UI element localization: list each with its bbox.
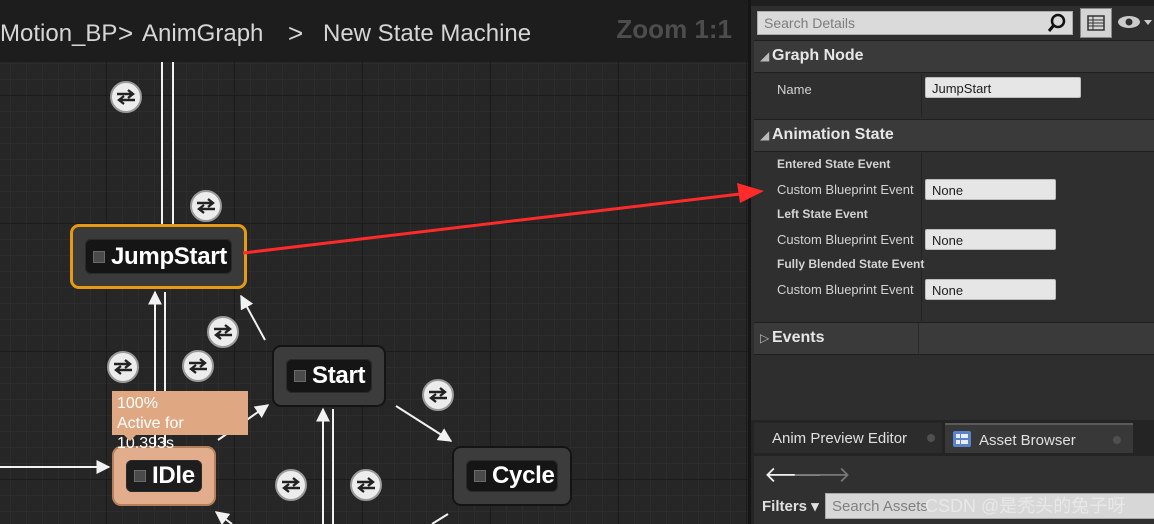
property-matrix-button[interactable] — [1080, 8, 1112, 38]
section-graph-node[interactable]: ◢ Graph Node — [754, 40, 1154, 73]
dropdown-caret-icon: ▾ — [811, 498, 819, 515]
state-machine-graph[interactable]: Motion_BP > AnimGraph > New State Machin… — [0, 0, 748, 524]
tab-close-icon[interactable] — [1113, 436, 1121, 444]
swap-arrows-icon — [197, 198, 215, 214]
wire-bottom-to-idle — [214, 511, 233, 524]
state-node-body: Cycle — [466, 460, 558, 492]
state-node-start[interactable]: Start — [272, 345, 386, 407]
transition-rule-icon[interactable] — [207, 316, 239, 348]
animation-state-body: Entered State Event Custom Blueprint Eve… — [754, 153, 1154, 321]
breadcrumb-separator: > — [118, 18, 134, 48]
swap-arrows-icon — [282, 477, 300, 493]
transition-rule-icon[interactable] — [350, 469, 382, 501]
swap-arrows-icon — [429, 387, 447, 403]
watermark-text: CSDN @是秃头的兔子呀 — [925, 496, 1126, 516]
left-custom-event-label: Custom Blueprint Event — [777, 232, 914, 247]
state-node-jumpstart[interactable]: JumpStart — [70, 224, 247, 289]
section-animation-state[interactable]: ◢ Animation State — [754, 119, 1154, 152]
details-panel: Search Details ◢ Graph Node Name JumpSta… — [748, 0, 1154, 420]
section-events[interactable]: ▷ Events — [754, 322, 1154, 355]
column-divider — [921, 74, 922, 117]
active-percent: 100% — [117, 395, 158, 412]
transition-rule-icon[interactable] — [422, 379, 454, 411]
state-node-body: JumpStart — [85, 239, 232, 274]
transition-rule-icon[interactable] — [110, 81, 142, 113]
breadcrumb-separator: > — [288, 18, 304, 48]
swap-arrows-icon — [117, 89, 135, 105]
filters-label: Filters — [762, 498, 808, 515]
state-icon — [474, 470, 486, 482]
entered-custom-event-label: Custom Blueprint Event — [777, 182, 914, 197]
active-state-tooltip: 100% Active for 10.393s — [112, 391, 248, 452]
transition-rule-icon[interactable] — [275, 469, 307, 501]
forward-arrow-icon[interactable]: 🡒 — [792, 462, 851, 488]
tab-anim-preview-editor[interactable]: Anim Preview Editor — [754, 423, 942, 453]
tab-label: Asset Browser — [979, 432, 1076, 449]
search-details-input[interactable]: Search Details — [757, 11, 1073, 35]
state-node-label: Start — [312, 362, 366, 389]
tab-close-icon[interactable] — [927, 434, 935, 442]
state-node-body: IDle — [126, 460, 202, 492]
breadcrumb-animgraph[interactable]: AnimGraph — [142, 20, 263, 48]
section-title: Graph Node — [772, 47, 864, 64]
transition-rule-icon[interactable] — [107, 351, 139, 383]
blended-custom-event-label: Custom Blueprint Event — [777, 282, 914, 297]
state-icon — [294, 370, 306, 382]
section-title: Animation State — [772, 126, 894, 143]
graph-node-body: Name JumpStart — [754, 74, 1154, 117]
state-node-idle[interactable]: IDle — [112, 446, 216, 506]
wire-cycle-bottom — [431, 513, 449, 524]
state-node-cycle[interactable]: Cycle — [452, 446, 572, 506]
breadcrumb-state-machine[interactable]: New State Machine — [323, 20, 531, 48]
tab-asset-browser[interactable]: Asset Browser — [945, 423, 1133, 453]
state-node-label: IDle — [152, 462, 195, 489]
tab-label: Anim Preview Editor — [772, 430, 908, 447]
blended-state-event-category: Fully Blended State Event — [777, 257, 925, 271]
name-field[interactable]: JumpStart — [925, 77, 1081, 98]
details-tab-strip — [751, 0, 1154, 6]
collapse-arrow-icon[interactable]: ◢ — [760, 49, 769, 63]
blended-custom-event-field[interactable]: None — [925, 279, 1056, 300]
asset-grid-icon — [953, 431, 971, 447]
left-state-event-category: Left State Event — [777, 207, 868, 221]
left-custom-event-field[interactable]: None — [925, 229, 1056, 250]
section-title: Events — [772, 329, 825, 346]
wire-start-to-jumpstart — [240, 294, 266, 341]
state-node-body: Start — [286, 359, 372, 393]
entered-state-event-category: Entered State Event — [777, 157, 891, 171]
expand-arrow-icon[interactable]: ▷ — [760, 331, 769, 345]
grid-icon — [1087, 15, 1105, 31]
transition-rule-icon[interactable] — [190, 190, 222, 222]
wire-start-to-cycle — [395, 405, 453, 442]
state-node-label: JumpStart — [111, 242, 227, 270]
transition-rule-icon[interactable] — [182, 350, 214, 382]
search-icon[interactable] — [1047, 13, 1067, 33]
swap-arrows-icon — [357, 477, 375, 493]
name-label: Name — [777, 82, 812, 97]
filters-dropdown[interactable]: Filters ▾ — [762, 497, 819, 515]
swap-arrows-icon — [189, 358, 207, 374]
zoom-level: Zoom 1:1 — [616, 14, 732, 44]
column-divider — [918, 323, 919, 354]
breadcrumb-motion-bp[interactable]: Motion_BP — [0, 20, 117, 48]
state-node-label: Cycle — [492, 462, 555, 489]
collapse-arrow-icon[interactable]: ◢ — [760, 128, 769, 142]
entered-custom-event-field[interactable]: None — [925, 179, 1056, 200]
swap-arrows-icon — [114, 359, 132, 375]
state-icon — [134, 470, 146, 482]
column-divider — [921, 153, 922, 321]
graph-breadcrumb-bar: Motion_BP > AnimGraph > New State Machin… — [0, 0, 748, 62]
eye-icon[interactable] — [1117, 12, 1153, 32]
swap-arrows-icon — [214, 324, 232, 340]
active-duration: Active for 10.393s — [117, 415, 184, 452]
state-icon — [93, 250, 105, 263]
